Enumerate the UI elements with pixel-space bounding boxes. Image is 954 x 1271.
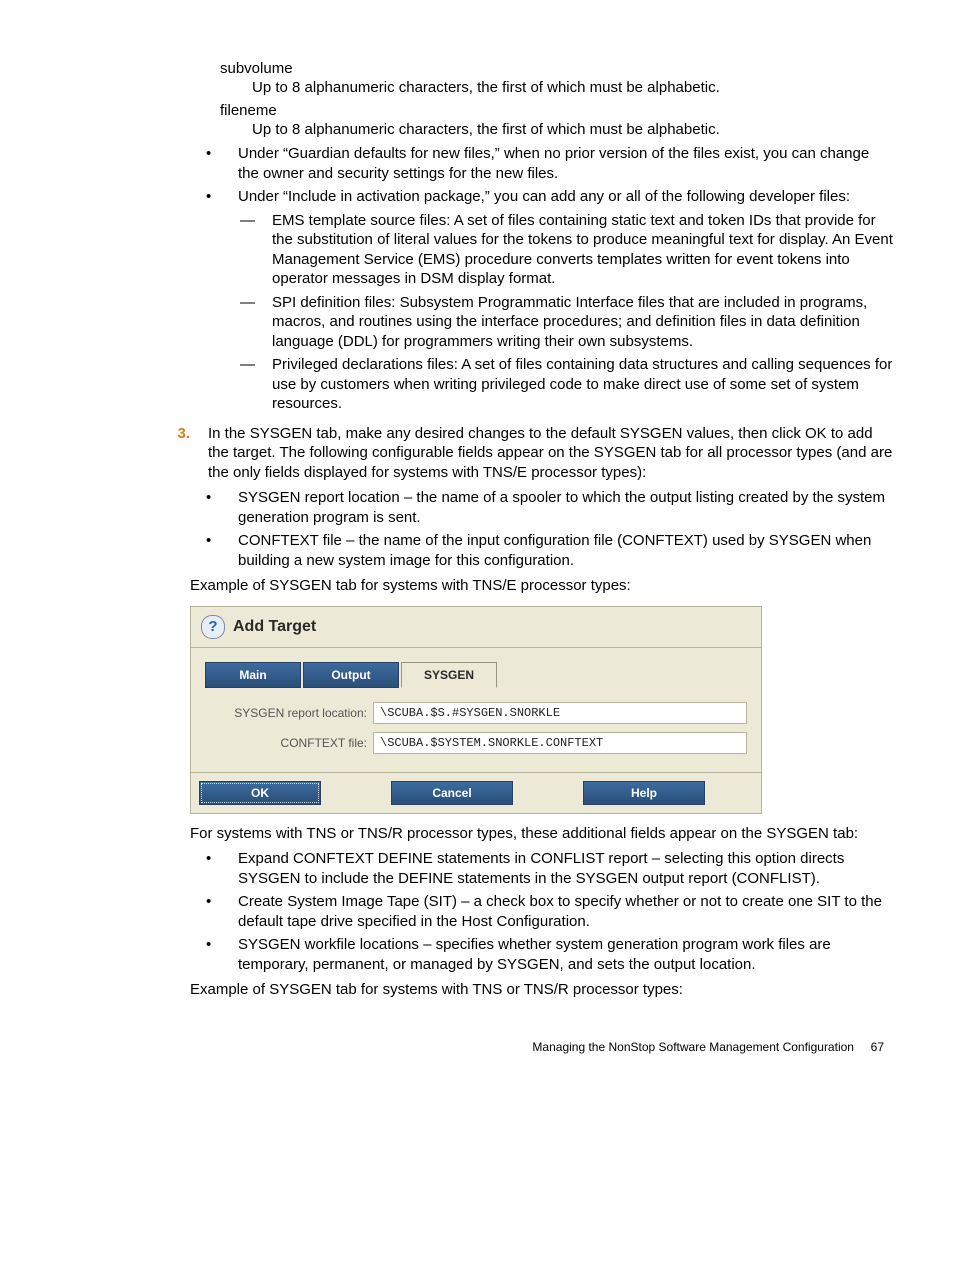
subbullet-text: Privileged declarations files: A set of … [272, 355, 894, 414]
dialog-title-text: Add Target [233, 618, 316, 636]
tab-strip: Main Output SYSGEN [205, 662, 747, 688]
help-icon: ? [201, 615, 225, 639]
ok-button[interactable]: OK [199, 781, 321, 805]
tab-main[interactable]: Main [205, 662, 301, 688]
subbullet-privileged: — Privileged declarations files: A set o… [236, 355, 894, 414]
bullet-icon: • [200, 144, 238, 183]
caption-tnse: Example of SYSGEN tab for systems with T… [190, 576, 894, 596]
bullet-text: Under “Guardian defaults for new files,”… [238, 144, 894, 183]
sysgen-report-location-input[interactable]: \SCUBA.$S.#SYSGEN.SNORKLE [373, 702, 747, 724]
dash-icon: — [236, 211, 272, 289]
definition-subvolume: subvolume Up to 8 alphanumeric character… [220, 60, 894, 96]
bullet-text: Under “Include in activation package,” y… [238, 187, 850, 207]
footer-page-number: 67 [871, 1040, 884, 1054]
bullet-text: CONFTEXT file – the name of the input co… [238, 531, 894, 570]
tab-sysgen[interactable]: SYSGEN [401, 662, 497, 688]
para-tns-tnsR-intro: For systems with TNS or TNS/R processor … [190, 824, 894, 844]
bullet-text: Expand CONFTEXT DEFINE statements in CON… [238, 849, 894, 888]
bullet-icon: • [200, 892, 238, 931]
help-button[interactable]: Help [583, 781, 705, 805]
subbullet-text: EMS template source files: A set of file… [272, 211, 894, 289]
step-3: 3. In the SYSGEN tab, make any desired c… [154, 424, 894, 483]
dialog-buttons: OK Cancel Help [191, 772, 761, 813]
bullet-text: SYSGEN report location – the name of a s… [238, 488, 894, 527]
bullet-icon: • [200, 531, 238, 570]
field-label: SYSGEN report location: [205, 706, 373, 720]
bullet-text: Create System Image Tape (SIT) – a check… [238, 892, 894, 931]
dash-icon: — [236, 293, 272, 352]
field-label: CONFTEXT file: [205, 736, 373, 750]
bullet-icon: • [200, 849, 238, 888]
bullet-expand-conftext: • Expand CONFTEXT DEFINE statements in C… [200, 849, 894, 888]
def-body: Up to 8 alphanumeric characters, the fir… [252, 121, 894, 138]
bullet-create-sit: • Create System Image Tape (SIT) – a che… [200, 892, 894, 931]
bullet-sysgen-workfile: • SYSGEN workfile locations – specifies … [200, 935, 894, 974]
bullet-icon: • [200, 187, 238, 207]
definition-fileneme: fileneme Up to 8 alphanumeric characters… [220, 102, 894, 138]
subbullet-text: SPI definition files: Subsystem Programm… [272, 293, 894, 352]
conftext-file-input[interactable]: \SCUBA.$SYSTEM.SNORKLE.CONFTEXT [373, 732, 747, 754]
dialog-body: Main Output SYSGEN SYSGEN report locatio… [191, 648, 761, 772]
bullet-guardian-defaults: • Under “Guardian defaults for new files… [200, 144, 894, 183]
cancel-button[interactable]: Cancel [391, 781, 513, 805]
step-number: 3. [154, 424, 208, 483]
page: subvolume Up to 8 alphanumeric character… [0, 0, 954, 1094]
def-term: subvolume [220, 60, 894, 77]
def-body: Up to 8 alphanumeric characters, the fir… [252, 79, 894, 96]
bullet-include-activation: • Under “Include in activation package,”… [200, 187, 894, 207]
def-term: fileneme [220, 102, 894, 119]
field-conftext-file: CONFTEXT file: \SCUBA.$SYSTEM.SNORKLE.CO… [205, 732, 747, 754]
dash-icon: — [236, 355, 272, 414]
caption-tns-tnsR: Example of SYSGEN tab for systems with T… [190, 980, 894, 1000]
bullet-text: SYSGEN workfile locations – specifies wh… [238, 935, 894, 974]
subbullet-spi: — SPI definition files: Subsystem Progra… [236, 293, 894, 352]
bullet-sysgen-report-loc: • SYSGEN report location – the name of a… [200, 488, 894, 527]
step-text: In the SYSGEN tab, make any desired chan… [208, 424, 894, 483]
dialog-titlebar: ? Add Target [191, 607, 761, 648]
bullet-conftext-file: • CONFTEXT file – the name of the input … [200, 531, 894, 570]
add-target-dialog: ? Add Target Main Output SYSGEN SYSGEN r… [190, 606, 762, 814]
bullet-icon: • [200, 488, 238, 527]
page-footer: Managing the NonStop Software Management… [60, 1040, 894, 1054]
bullet-icon: • [200, 935, 238, 974]
footer-section: Managing the NonStop Software Management… [532, 1040, 854, 1054]
tab-output[interactable]: Output [303, 662, 399, 688]
subbullet-ems: — EMS template source files: A set of fi… [236, 211, 894, 289]
field-sysgen-report-location: SYSGEN report location: \SCUBA.$S.#SYSGE… [205, 702, 747, 724]
